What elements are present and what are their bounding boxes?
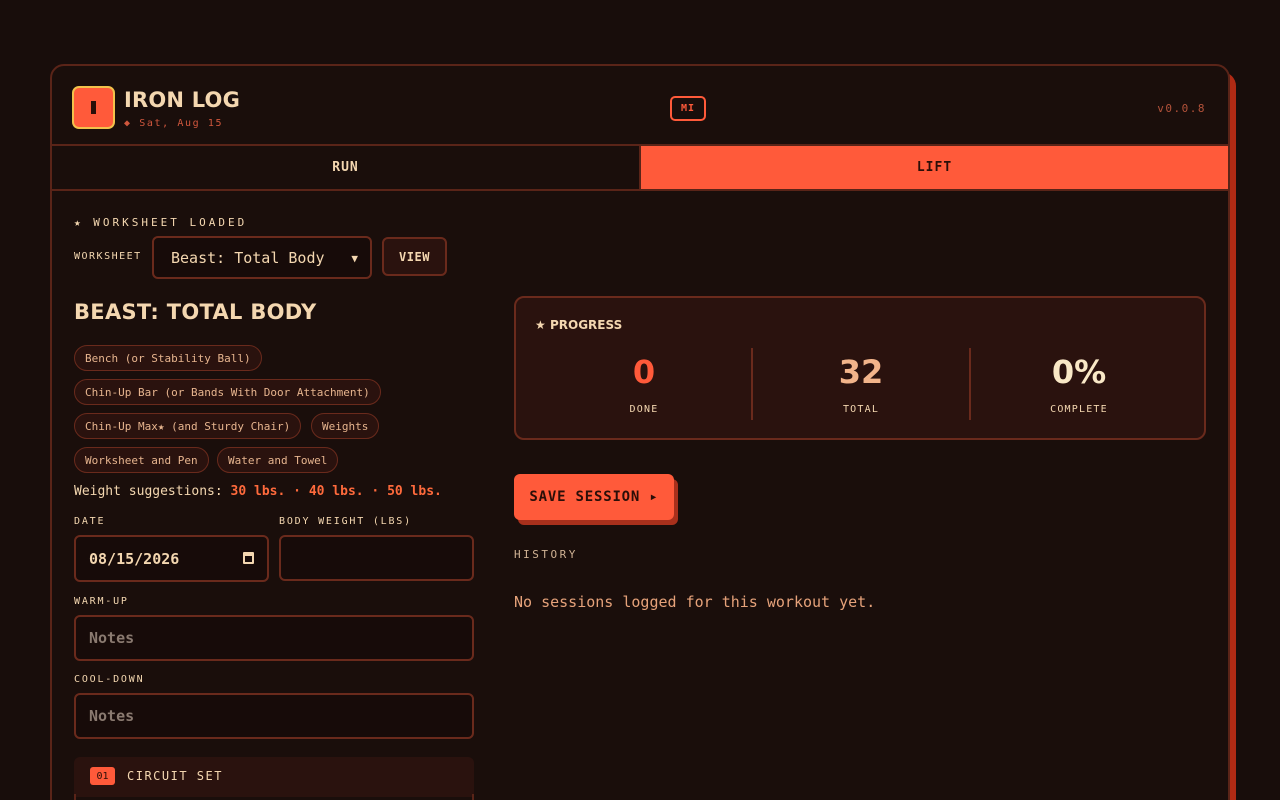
warmup-label: WARM-UP — [74, 596, 129, 607]
equipment-chip: Chin-Up Max★ (and Sturdy Chair) — [74, 413, 302, 439]
tab-run[interactable]: RUN — [52, 146, 641, 189]
calendar-icon[interactable] — [243, 552, 254, 564]
progress-panel: ★ PROGRESS 0 DONE 32 TOTAL 0% COMPLETE — [514, 296, 1206, 440]
history-label: HISTORY — [514, 548, 578, 561]
date-label: DATE — [74, 516, 106, 527]
equipment-chip: Water and Towel — [217, 447, 339, 473]
complete-value: 0% — [1051, 353, 1107, 391]
body-weight-field[interactable] — [279, 535, 474, 581]
complete-label: COMPLETE — [1050, 404, 1108, 415]
cooldown-placeholder: Notes — [89, 707, 135, 725]
equipment-chip: Chin-Up Bar (or Bands With Door Attachme… — [74, 379, 381, 405]
warmup-placeholder: Notes — [89, 629, 135, 647]
date-field[interactable]: 08/15/2026 — [74, 535, 269, 582]
equipment-chip: Bench (or Stability Ball) — [74, 345, 262, 371]
history-empty-message: No sessions logged for this workout yet. — [514, 593, 876, 611]
worksheet-select[interactable]: Beast: Total Body ▼ — [152, 236, 372, 279]
cooldown-notes-field[interactable]: Notes — [74, 693, 474, 739]
star-icon: ★ — [535, 318, 546, 332]
worksheet-select-value: Beast: Total Body — [171, 248, 325, 267]
circuit-number: 01 — [90, 767, 115, 785]
weight-suggestions: Weight suggestions: 30 lbs. · 40 lbs. · … — [74, 484, 442, 499]
equipment-chip: Weights — [311, 413, 380, 439]
app-title: IRON LOG — [124, 88, 241, 112]
warmup-notes-field[interactable]: Notes — [74, 615, 474, 661]
version-label: v0.0.8 — [1157, 102, 1206, 115]
equipment-chip: Worksheet and Pen — [74, 447, 209, 473]
app-window: IRON LOG ◆ Sat, Aug 15 MI v0.0.8 RUN LIF… — [50, 64, 1230, 800]
worksheet-status: ★ WORKSHEET LOADED — [74, 216, 248, 229]
stat-total: 32 TOTAL — [751, 348, 969, 420]
units-badge[interactable]: MI — [670, 96, 706, 121]
mode-tabs: RUN LIFT — [52, 146, 1228, 191]
header-date: ◆ Sat, Aug 15 — [124, 118, 224, 129]
view-button[interactable]: VIEW — [382, 237, 447, 276]
app-logo-icon — [72, 86, 115, 129]
workout-title: BEAST: TOTAL BODY — [74, 300, 317, 324]
chevron-down-icon: ▼ — [351, 252, 358, 265]
save-session-button[interactable]: SAVE SESSION ▸ — [514, 474, 674, 520]
done-label: DONE — [629, 404, 659, 415]
weight-suggestions-values: 30 lbs. · 40 lbs. · 50 lbs. — [230, 484, 442, 499]
circuit-set-body — [74, 794, 474, 800]
stat-complete: 0% COMPLETE — [969, 348, 1187, 420]
app-header: IRON LOG ◆ Sat, Aug 15 MI v0.0.8 — [52, 66, 1228, 146]
circuit-label: CIRCUIT SET — [127, 769, 223, 783]
body-weight-label: BODY WEIGHT (LBS) — [279, 516, 412, 527]
date-value: 08/15/2026 — [89, 549, 180, 568]
stat-done: 0 DONE — [535, 348, 753, 420]
done-value: 0 — [632, 353, 656, 391]
weight-suggestions-label: Weight suggestions: — [74, 484, 223, 499]
cooldown-label: COOL-DOWN — [74, 674, 145, 685]
total-value: 32 — [838, 353, 884, 391]
worksheet-label: WORKSHEET — [74, 251, 142, 262]
tab-lift[interactable]: LIFT — [641, 146, 1228, 189]
progress-title: ★ PROGRESS — [535, 318, 623, 332]
circuit-set-header[interactable]: 01 CIRCUIT SET — [74, 757, 474, 797]
total-label: TOTAL — [842, 404, 880, 415]
